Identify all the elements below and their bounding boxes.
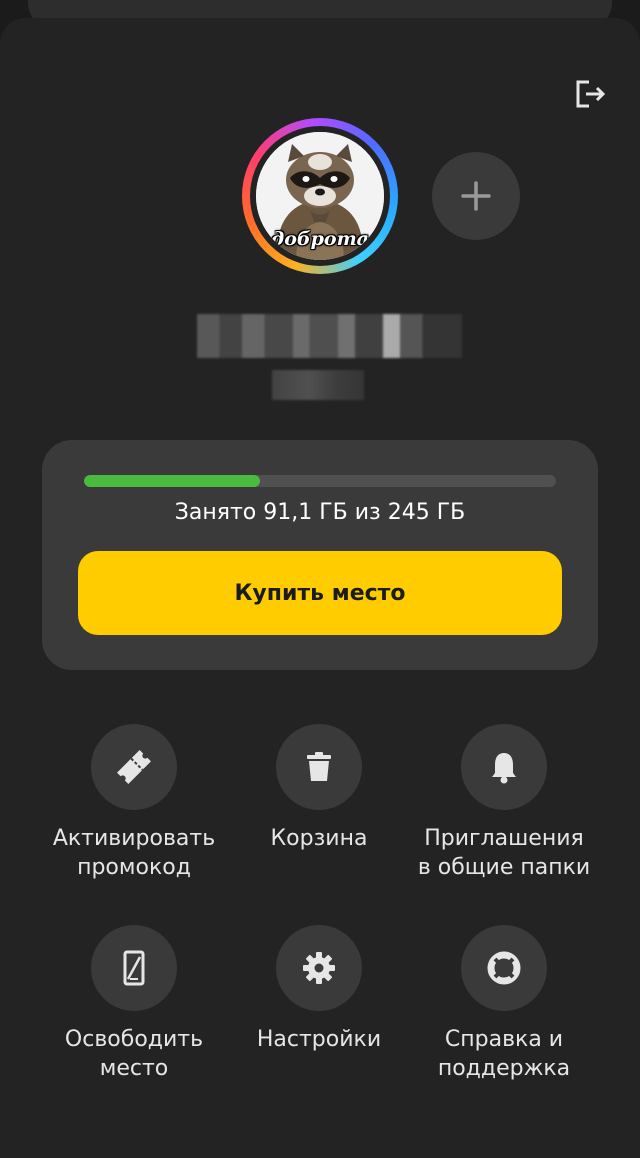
storage-usage-text: Занято 91,1 ГБ из 245 ГБ [174,500,466,525]
logout-button[interactable] [572,76,608,112]
shared-folders-invites-button[interactable]: Приглашения в общие папки [404,724,604,882]
storage-card: Занято 91,1 ГБ из 245 ГБ Купить место [42,440,598,670]
avatar-caption: доброта [271,228,369,250]
free-up-space-button[interactable]: Освободить место [34,925,234,1083]
ticket-icon [117,750,151,784]
help-support-button[interactable]: Справка и поддержка [404,925,604,1083]
action-label: Корзина [270,826,368,851]
add-account-button[interactable] [432,152,520,240]
storage-progress-bar [84,475,556,487]
user-name-blurred [180,314,462,358]
buy-space-button[interactable]: Купить место [78,551,562,635]
user-login-blurred [272,370,364,400]
storage-progress-fill [84,475,260,487]
action-label: Настройки [256,1027,382,1052]
trash-icon [307,752,331,781]
settings-button[interactable]: Настройки [219,925,419,1054]
logout-icon [576,80,606,108]
activate-promocode-button[interactable]: Активировать промокод [34,724,234,882]
lifebuoy-icon [487,951,521,985]
phone-cleanup-icon [123,950,145,986]
account-sheet: доброта Занято 91,1 ГБ из 245 ГБ Купить … [0,18,640,1158]
plus-icon [461,181,491,211]
gear-icon [303,952,335,984]
bell-icon [492,753,516,784]
action-label: Справка и поддержка [437,1027,571,1081]
avatar[interactable]: доброта [242,118,398,274]
trash-button[interactable]: Корзина [219,724,419,853]
action-label: Приглашения в общие папки [417,826,591,880]
action-label: Освободить место [64,1027,204,1081]
action-label: Активировать промокод [52,826,216,880]
avatar-photo: доброта [256,132,384,260]
